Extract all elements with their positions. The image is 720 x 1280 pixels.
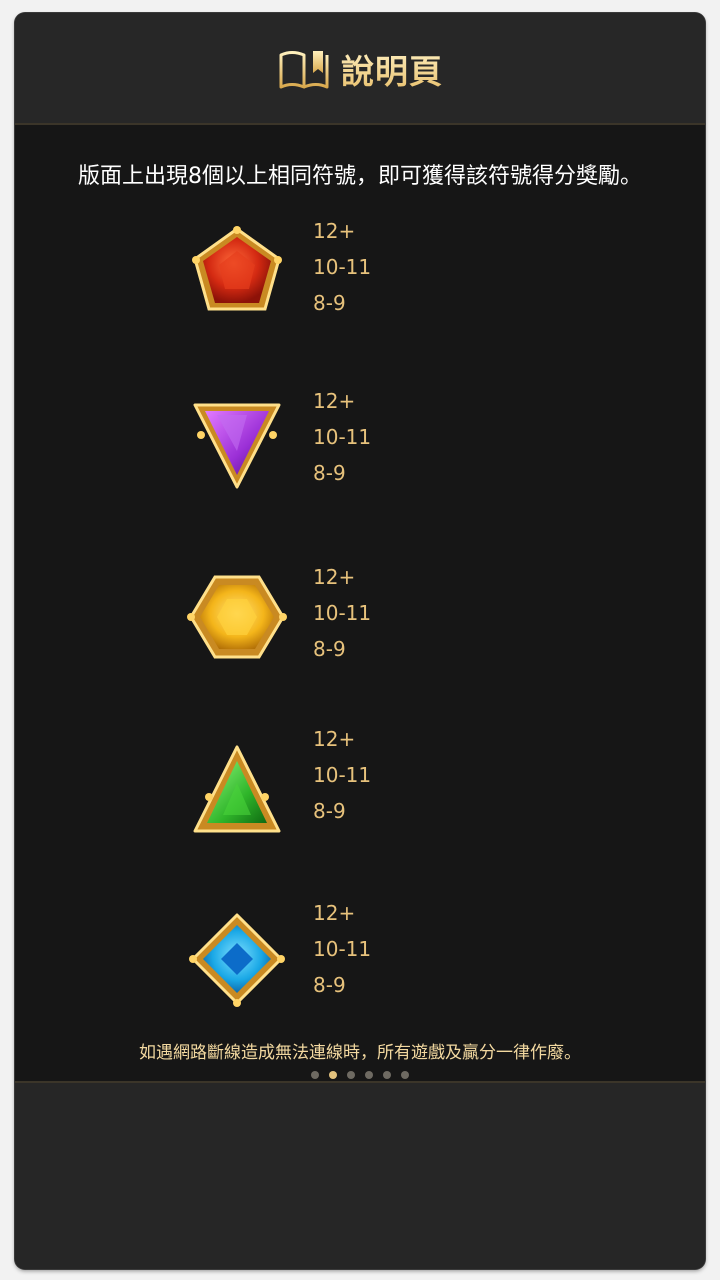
page-dot-6[interactable] (401, 1071, 409, 1079)
pay-label: 8-9 (313, 799, 346, 823)
pay-label: 10-11 (313, 425, 372, 449)
page-dot-4[interactable] (365, 1071, 373, 1079)
page-dot-1[interactable] (311, 1071, 319, 1079)
pay-label: 8-9 (313, 291, 346, 315)
blue-gem-icon (187, 911, 287, 1011)
pay-table: 12+ 10-11 8-9 (313, 383, 371, 491)
header: 說明頁 (15, 13, 705, 125)
info-panel: 說明頁 版面上出現8個以上相同符號，即可獲得該符號得分獎勵。 12+ 10-11… (15, 13, 705, 1269)
footer-area (15, 1081, 705, 1269)
page-dot-3[interactable] (347, 1071, 355, 1079)
symbol-row-red: 12+ 10-11 8-9 (15, 213, 705, 323)
purple-gem-icon (187, 391, 287, 491)
pay-label: 8-9 (313, 973, 346, 997)
pay-label: 10-11 (313, 763, 372, 787)
symbol-row-green: 12+ 10-11 8-9 (15, 721, 705, 833)
pay-table: 12+ 10-11 8-9 (313, 895, 371, 1003)
pay-table: 12+ 10-11 8-9 (313, 213, 371, 321)
pay-label: 10-11 (313, 601, 372, 625)
page-dot-5[interactable] (383, 1071, 391, 1079)
symbol-row-blue: 12+ 10-11 8-9 (15, 895, 705, 1007)
pay-label: 12+ (313, 389, 356, 413)
page-title: 說明頁 (341, 45, 443, 93)
pay-label: 10-11 (313, 937, 372, 961)
pay-label: 12+ (313, 219, 356, 243)
yellow-gem-icon (187, 567, 287, 667)
pay-table: 12+ 10-11 8-9 (313, 721, 371, 829)
red-gem-icon (187, 221, 287, 321)
book-icon (279, 51, 329, 89)
page-dot-2-active[interactable] (329, 1071, 337, 1079)
green-gem-icon (187, 743, 287, 843)
pay-label: 8-9 (313, 461, 346, 485)
pay-label: 12+ (313, 901, 356, 925)
intro-text: 版面上出現8個以上相同符號，即可獲得該符號得分獎勵。 (78, 164, 642, 189)
pay-table: 12+ 10-11 8-9 (313, 559, 371, 667)
content-area: 版面上出現8個以上相同符號，即可獲得該符號得分獎勵。 12+ 10-11 8-9… (15, 125, 705, 1081)
pay-label: 12+ (313, 727, 356, 751)
pay-label: 8-9 (313, 637, 346, 661)
pay-label: 12+ (313, 565, 356, 589)
page-indicator (15, 1071, 705, 1079)
pay-label: 10-11 (313, 255, 372, 279)
disclaimer-text: 如遇網路斷線造成無法連線時，所有遊戲及贏分一律作廢。 (139, 1043, 581, 1063)
symbol-row-yellow: 12+ 10-11 8-9 (15, 559, 705, 669)
symbol-row-purple: 12+ 10-11 8-9 (15, 383, 705, 493)
